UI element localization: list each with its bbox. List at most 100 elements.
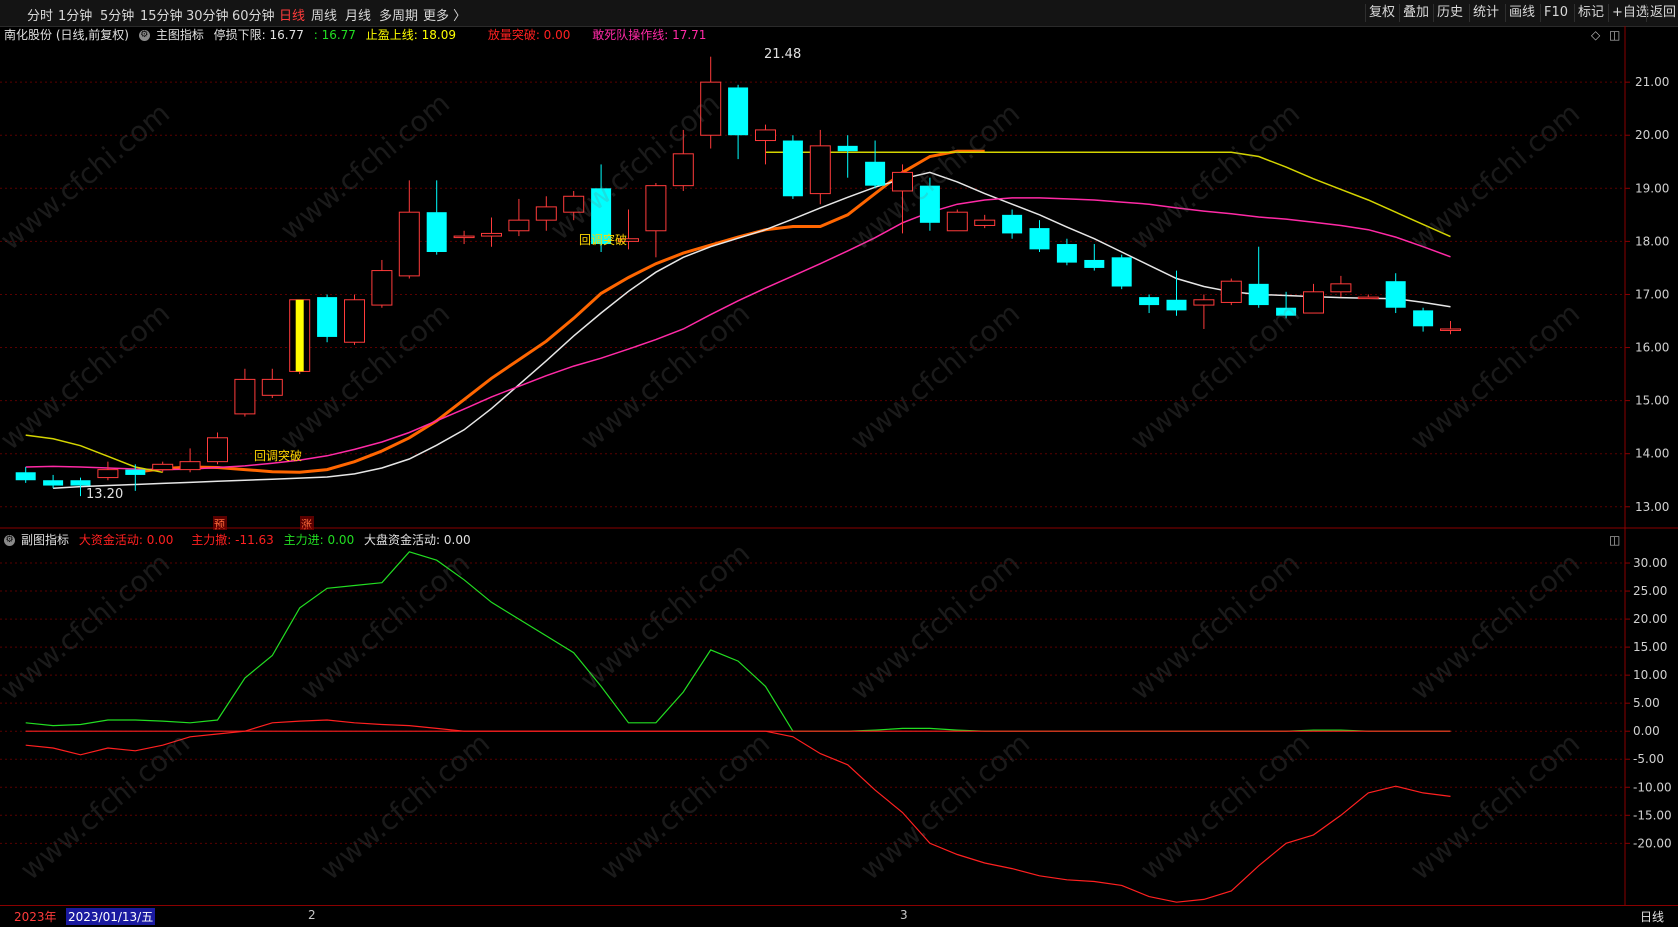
year-label: 2023年 [14, 910, 57, 924]
breakout-label-2: 回调突破 [254, 448, 302, 463]
candle [809, 129, 831, 205]
price-tick-label: 16.00 [1635, 341, 1669, 355]
candle [1413, 307, 1434, 332]
candle [1357, 294, 1379, 300]
candle-body [426, 212, 447, 252]
stock-title: 南化股份 (日线,前复权) [4, 28, 129, 42]
diamond-icon[interactable]: ◇ [1591, 28, 1600, 42]
candle-body [152, 463, 174, 471]
candle [1002, 209, 1023, 239]
candle-body [1084, 259, 1105, 268]
low-price-label: 13.20 [86, 487, 123, 502]
candle [837, 135, 858, 178]
big-money-line [25, 719, 1451, 732]
candle [728, 84, 749, 160]
candle [1029, 220, 1050, 252]
sub-tick-label: 5.00 [1633, 696, 1660, 710]
candle [1248, 246, 1269, 308]
candle-body [261, 378, 283, 396]
candle [1084, 244, 1105, 271]
candle [317, 294, 338, 343]
candle [371, 259, 393, 308]
sub-tick-label: -20.00 [1633, 836, 1672, 850]
candle-body [1248, 283, 1269, 306]
candle [97, 461, 119, 481]
market-money-label: 大盘资金活动: 0.00 [364, 533, 471, 547]
main-indicator-name[interactable]: 主图指标 [156, 28, 204, 42]
stop-loss-label: 停损下限: 16.77 [213, 28, 304, 42]
candle-body [755, 129, 776, 142]
sub-info-bar: ⚙ 副图指标 大资金活动: 0.00 主力撤: -11.63 主力进: 0.00 … [0, 531, 477, 549]
candle-body [1303, 291, 1324, 314]
candle-body [1002, 214, 1023, 234]
sub-indicator-settings-icon[interactable]: ⚙ [4, 535, 15, 546]
annotations: 21.48 13.20 回调突破 回调突破 预 涨 [86, 47, 801, 531]
candle-body [207, 437, 228, 463]
candle-body [1220, 280, 1242, 303]
sub-tick-label: 25.00 [1633, 584, 1667, 598]
candle [1193, 294, 1215, 329]
high-price-label: 21.48 [764, 47, 801, 62]
candle [919, 177, 940, 231]
cursor-date-label: 2023/01/13/五 [66, 908, 156, 925]
sub-tick-label: 15.00 [1633, 640, 1667, 654]
sub-tick-label: 30.00 [1633, 556, 1667, 570]
dare-die-line-label: 敢死队操作线: 17.71 [592, 28, 707, 42]
price-tick-label: 17.00 [1635, 287, 1669, 301]
sub-tick-label: -15.00 [1633, 808, 1672, 822]
candle-body [97, 469, 119, 479]
main-out-label: 主力撤: -11.63 [191, 533, 274, 547]
candle-body [809, 145, 831, 195]
sub-tick-label: -10.00 [1633, 780, 1672, 794]
candle-body [481, 232, 502, 237]
candle-body [728, 87, 749, 136]
indicator-settings-icon[interactable]: ⚙ [138, 30, 150, 41]
candle-body [1139, 297, 1160, 306]
candle [700, 56, 722, 149]
candle-body [892, 171, 913, 192]
sub-tick-label: -5.00 [1633, 752, 1664, 766]
candle-body [645, 185, 667, 232]
chart-canvas: 13.00 14.00 15.00 16.00 17.00 18.00 19.00 20.00… [0, 26, 1678, 905]
candle [1385, 273, 1406, 314]
candle-body [453, 235, 475, 239]
candle [672, 129, 694, 191]
candle-body [508, 219, 530, 232]
candle-body [1413, 310, 1434, 327]
price-tick-label: 19.00 [1635, 181, 1669, 195]
sub-tick-label: 10.00 [1633, 668, 1667, 682]
candle [179, 448, 201, 473]
candle-body [535, 206, 557, 221]
candle [1220, 278, 1242, 306]
candle-body [317, 297, 338, 337]
candle [535, 196, 557, 231]
candle-body [1193, 299, 1215, 306]
sub-indicator-name[interactable]: 副图指标 [21, 533, 69, 547]
candle [234, 368, 256, 417]
candle [1139, 294, 1160, 314]
candle-body [1330, 283, 1352, 293]
candle [865, 140, 886, 189]
candle [508, 198, 530, 237]
breakout-label-1: 回调突破 [579, 232, 627, 247]
candle [974, 214, 996, 229]
candle [43, 474, 64, 489]
candle-body [371, 270, 393, 306]
candle-body [672, 153, 694, 187]
price-tick-label: 15.00 [1635, 394, 1669, 408]
sub-maximize-icon[interactable]: ◫ [1609, 533, 1620, 547]
candle-body [974, 219, 996, 226]
candle [453, 230, 475, 245]
candle-body [1385, 281, 1406, 308]
candle-body [1029, 228, 1050, 250]
candle-body [1111, 257, 1132, 287]
candle-body [1056, 244, 1077, 263]
sub-indicator-lines [25, 551, 1451, 903]
candle [1440, 321, 1461, 335]
candle-body [234, 378, 256, 415]
candle-body [344, 299, 365, 343]
candle-body [1357, 296, 1379, 300]
maximize-icon[interactable]: ◫ [1609, 28, 1620, 42]
big-money-label: 大资金活动: 0.00 [78, 533, 174, 547]
price-tick-label: 21.00 [1635, 75, 1669, 89]
